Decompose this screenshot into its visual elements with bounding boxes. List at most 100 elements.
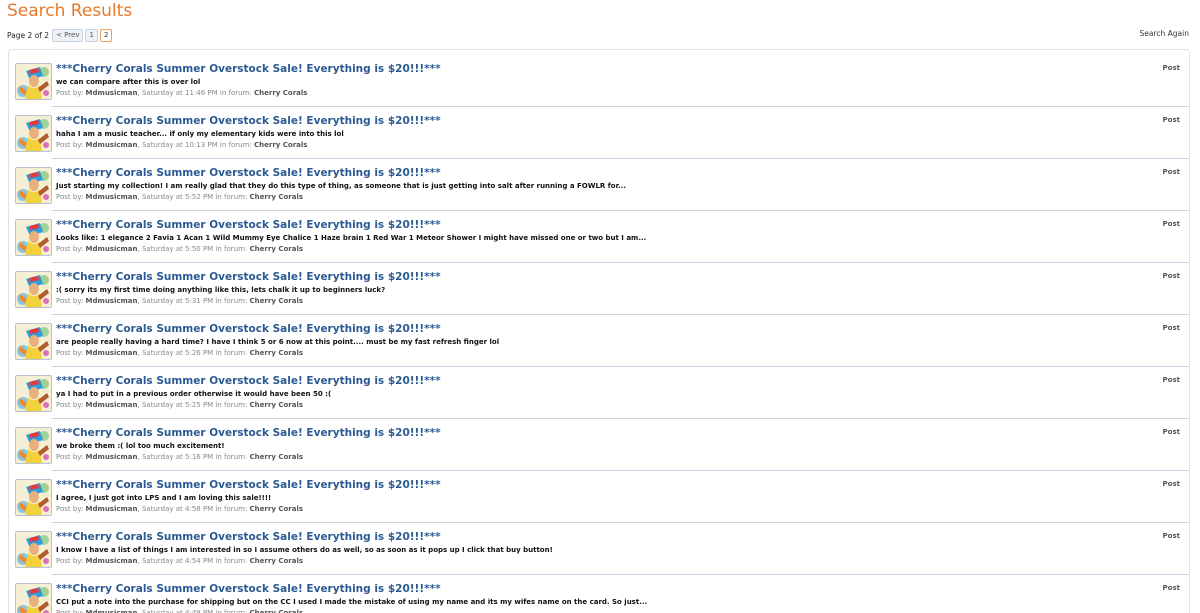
in-forum-label: in forum: [215,193,248,201]
result-meta: Post by: Mdmusicman, Saturday at 5:31 PM… [56,297,303,305]
result-item: ***Cherry Corals Summer Overstock Sale! … [9,55,1189,107]
forum-link[interactable]: Cherry Corals [250,193,303,201]
post-by-label: Post by: [56,505,84,513]
search-results-page: Search Results Page 2 of 2 < Prev 1 2 Se… [0,0,1200,613]
results-list: ***Cherry Corals Summer Overstock Sale! … [8,49,1190,613]
result-title-link[interactable]: ***Cherry Corals Summer Overstock Sale! … [56,271,441,283]
author-link[interactable]: Mdmusicman [86,141,138,149]
author-link[interactable]: Mdmusicman [86,609,138,613]
result-title-link[interactable]: ***Cherry Corals Summer Overstock Sale! … [56,479,441,491]
author-link[interactable]: Mdmusicman [86,453,138,461]
avatar[interactable] [15,167,52,204]
result-type-label: Post [1162,532,1180,540]
result-title-link[interactable]: ***Cherry Corals Summer Overstock Sale! … [56,427,441,439]
in-forum-label: in forum: [215,505,248,513]
author-link[interactable]: Mdmusicman [86,193,138,201]
result-snippet: CCI put a note into the purchase for shi… [56,598,648,606]
result-title-link[interactable]: ***Cherry Corals Summer Overstock Sale! … [56,63,441,75]
post-time: Saturday at 4:58 PM [141,505,214,513]
avatar[interactable] [15,271,52,308]
result-title-link[interactable]: ***Cherry Corals Summer Overstock Sale! … [56,375,441,387]
result-type-label: Post [1162,480,1180,488]
forum-link[interactable]: Cherry Corals [250,609,303,613]
result-type-label: Post [1162,584,1180,592]
forum-link[interactable]: Cherry Corals [250,401,303,409]
result-meta: Post by: Mdmusicman, Saturday at 4:49 PM… [56,609,303,613]
forum-link[interactable]: Cherry Corals [250,505,303,513]
avatar-image-icon [16,324,51,359]
post-by-label: Post by: [56,609,84,613]
post-time: Saturday at 4:54 PM [141,557,214,565]
avatar-image-icon [16,168,51,203]
in-forum-label: in forum: [215,609,248,613]
page-title: Search Results [7,1,133,21]
search-again-link[interactable]: Search Again [1140,29,1189,38]
avatar[interactable] [15,63,52,100]
page-1-button[interactable]: 1 [85,28,98,42]
prev-page-button[interactable]: < Prev [52,28,84,42]
post-by-label: Post by: [56,453,84,461]
author-link[interactable]: Mdmusicman [86,401,138,409]
post-by-label: Post by: [56,349,84,357]
avatar-image-icon [16,376,51,411]
result-snippet: we broke them :( lol too much excitement… [56,442,225,450]
avatar[interactable] [15,427,52,464]
result-meta: Post by: Mdmusicman, Saturday at 5:26 PM… [56,349,303,357]
forum-link[interactable]: Cherry Corals [250,349,303,357]
avatar-image-icon [16,532,51,567]
in-forum-label: in forum: [215,557,248,565]
result-snippet: Looks like: 1 elegance 2 Favia 1 Acan 1 … [56,234,647,242]
result-type-label: Post [1162,116,1180,124]
result-type-label: Post [1162,64,1180,72]
result-title-link[interactable]: ***Cherry Corals Summer Overstock Sale! … [56,531,441,543]
avatar[interactable] [15,531,52,568]
result-item: ***Cherry Corals Summer Overstock Sale! … [9,159,1189,211]
post-by-label: Post by: [56,297,84,305]
result-snippet: haha I am a music teacher... if only my … [56,130,344,138]
avatar[interactable] [15,479,52,516]
post-time: Saturday at 5:25 PM [141,401,214,409]
forum-link[interactable]: Cherry Corals [250,453,303,461]
result-item: ***Cherry Corals Summer Overstock Sale! … [9,523,1189,575]
post-by-label: Post by: [56,193,84,201]
post-time: Saturday at 11:46 PM [141,89,218,97]
forum-link[interactable]: Cherry Corals [250,557,303,565]
author-link[interactable]: Mdmusicman [86,349,138,357]
result-meta: Post by: Mdmusicman, Saturday at 11:46 P… [56,89,307,97]
result-item: ***Cherry Corals Summer Overstock Sale! … [9,575,1189,613]
result-title-link[interactable]: ***Cherry Corals Summer Overstock Sale! … [56,167,441,179]
avatar[interactable] [15,323,52,360]
page-2-button[interactable]: 2 [99,28,113,42]
result-item: ***Cherry Corals Summer Overstock Sale! … [9,315,1189,367]
result-title-link[interactable]: ***Cherry Corals Summer Overstock Sale! … [56,219,441,231]
result-title-link[interactable]: ***Cherry Corals Summer Overstock Sale! … [56,323,441,335]
result-item: ***Cherry Corals Summer Overstock Sale! … [9,471,1189,523]
forum-link[interactable]: Cherry Corals [250,245,303,253]
result-type-label: Post [1162,168,1180,176]
author-link[interactable]: Mdmusicman [86,89,138,97]
result-type-label: Post [1162,428,1180,436]
result-snippet: :( sorry its my first time doing anythin… [56,286,386,294]
avatar[interactable] [15,375,52,412]
result-item: ***Cherry Corals Summer Overstock Sale! … [9,107,1189,159]
avatar[interactable] [15,219,52,256]
author-link[interactable]: Mdmusicman [86,557,138,565]
avatar[interactable] [15,115,52,152]
author-link[interactable]: Mdmusicman [86,505,138,513]
result-type-label: Post [1162,324,1180,332]
avatar-image-icon [16,480,51,515]
result-title-link[interactable]: ***Cherry Corals Summer Overstock Sale! … [56,115,441,127]
result-meta: Post by: Mdmusicman, Saturday at 5:52 PM… [56,193,303,201]
result-title-link[interactable]: ***Cherry Corals Summer Overstock Sale! … [56,583,441,595]
forum-link[interactable]: Cherry Corals [254,89,307,97]
author-link[interactable]: Mdmusicman [86,297,138,305]
post-by-label: Post by: [56,557,84,565]
post-by-label: Post by: [56,89,84,97]
forum-link[interactable]: Cherry Corals [250,297,303,305]
forum-link[interactable]: Cherry Corals [254,141,307,149]
author-link[interactable]: Mdmusicman [86,245,138,253]
result-snippet: I know I have a list of things I am inte… [56,546,553,554]
result-snippet: ya I had to put in a previous order othe… [56,390,332,398]
in-forum-label: in forum: [215,245,248,253]
avatar[interactable] [15,583,52,613]
